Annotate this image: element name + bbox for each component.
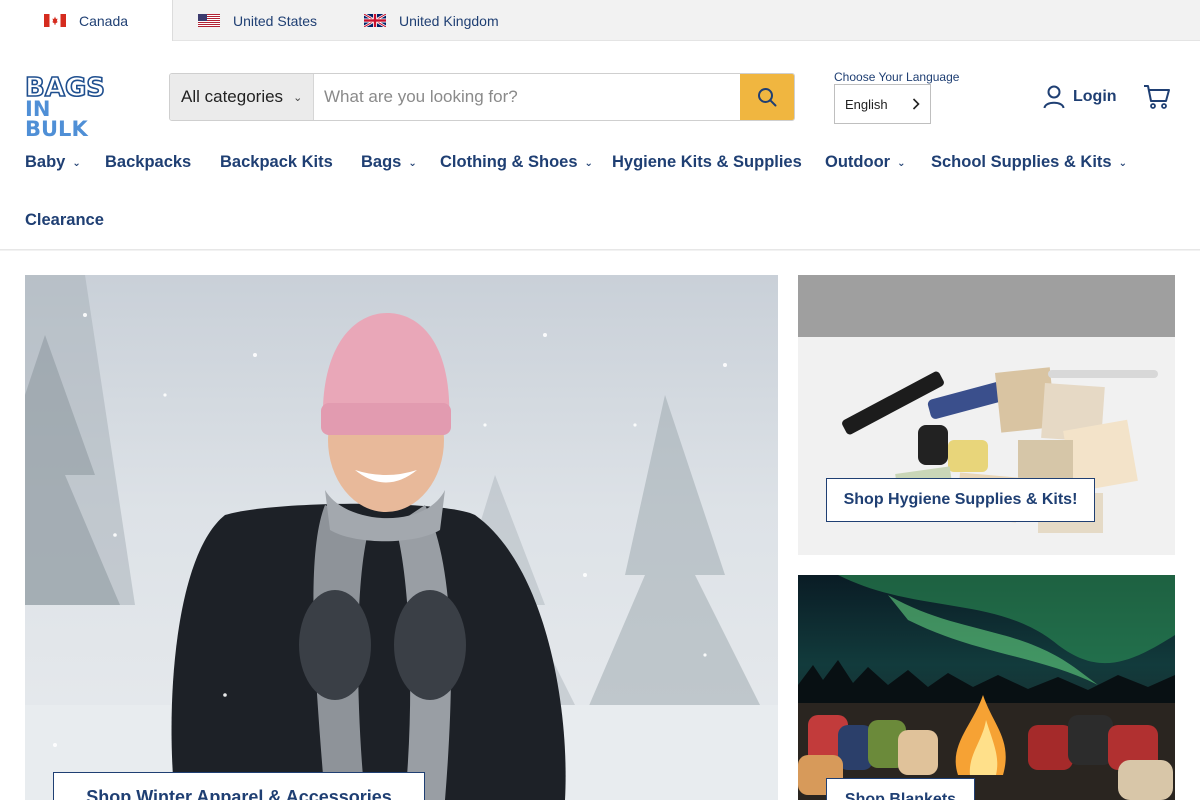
language-select-value: English xyxy=(845,96,888,112)
chevron-down-icon: ⌄ xyxy=(293,91,303,104)
blankets-photo xyxy=(798,575,1175,800)
cart-button[interactable] xyxy=(1143,84,1171,110)
region-label: United States xyxy=(233,12,318,29)
nav-item-clothing-shoes[interactable]: Clothing & Shoes ⌄ xyxy=(440,153,593,172)
us-flag-icon xyxy=(198,14,220,27)
search-button[interactable] xyxy=(740,74,794,120)
logo-line-1: BAGS xyxy=(24,73,106,103)
hero-blankets-tile[interactable]: Shop Blankets xyxy=(798,575,1175,800)
shop-winter-button[interactable]: Shop Winter Apparel & Accessories xyxy=(53,772,425,800)
search-input[interactable] xyxy=(314,74,740,120)
winter-photo xyxy=(25,275,778,800)
nav-item-backpack-kits[interactable]: Backpack Kits xyxy=(220,153,333,172)
language-label: Choose Your Language xyxy=(834,70,960,84)
chevron-down-icon: ⌄ xyxy=(584,158,593,169)
nav-divider xyxy=(0,249,1200,251)
nav-item-bags[interactable]: Bags ⌄ xyxy=(361,153,417,172)
region-bar: Canada United States United Kingdom xyxy=(0,0,1200,41)
region-united-kingdom[interactable]: United Kingdom xyxy=(364,0,499,41)
chevron-down-icon: ⌄ xyxy=(72,158,81,169)
nav-item-backpacks[interactable]: Backpacks xyxy=(105,153,191,172)
cart-icon xyxy=(1144,85,1170,109)
region-label: United Kingdom xyxy=(399,12,499,29)
category-select-value: All categories xyxy=(181,87,284,106)
nav-item-label: Hygiene Kits & Supplies xyxy=(612,153,802,171)
user-icon xyxy=(1043,85,1065,109)
chevron-down-icon: ⌄ xyxy=(408,158,417,169)
region-united-states[interactable]: United States xyxy=(198,0,317,41)
uk-flag-icon xyxy=(364,14,386,27)
region-label: Canada xyxy=(79,12,129,29)
nav-item-label: Outdoor xyxy=(825,153,891,171)
nav-item-label: Clearance xyxy=(25,211,104,229)
nav-item-outdoor[interactable]: Outdoor ⌄ xyxy=(825,153,905,172)
search-bar: All categories ⌄ xyxy=(169,73,795,121)
site-logo[interactable]: BAGS IN BULK xyxy=(24,73,111,139)
shop-hygiene-button[interactable]: Shop Hygiene Supplies & Kits! xyxy=(826,478,1095,522)
login-label: Login xyxy=(1073,88,1117,105)
login-link[interactable]: Login xyxy=(1043,84,1117,110)
chevron-right-icon xyxy=(912,98,920,110)
logo-line-2: IN BULK xyxy=(25,97,88,141)
category-select[interactable]: All categories ⌄ xyxy=(170,74,314,120)
hero-winter-tile[interactable]: Shop Winter Apparel & Accessories xyxy=(25,275,778,800)
hero-hygiene-tile[interactable]: Shop Hygiene Supplies & Kits! xyxy=(798,275,1175,555)
chevron-down-icon: ⌄ xyxy=(897,158,906,169)
nav-item-school-supplies-kits[interactable]: School Supplies & Kits ⌄ xyxy=(931,153,1127,172)
nav-item-hygiene-kits-supplies[interactable]: Hygiene Kits & Supplies xyxy=(612,153,802,172)
nav-item-label: Bags xyxy=(361,153,402,171)
nav-item-label: Clothing & Shoes xyxy=(440,153,578,171)
nav-item-label: School Supplies & Kits xyxy=(931,153,1112,171)
nav-item-label: Backpack Kits xyxy=(220,153,333,171)
chevron-down-icon: ⌄ xyxy=(1118,158,1127,169)
shop-blankets-button[interactable]: Shop Blankets xyxy=(826,778,975,800)
nav-item-label: Backpacks xyxy=(105,153,192,171)
language-select[interactable]: English xyxy=(834,84,931,124)
canada-flag-icon xyxy=(44,14,66,27)
search-icon xyxy=(758,88,777,107)
nav-item-clearance[interactable]: Clearance xyxy=(25,211,104,230)
nav-item-label: Baby xyxy=(25,153,66,171)
region-canada[interactable]: Canada xyxy=(0,0,173,41)
nav-item-baby[interactable]: Baby ⌄ xyxy=(25,153,81,172)
